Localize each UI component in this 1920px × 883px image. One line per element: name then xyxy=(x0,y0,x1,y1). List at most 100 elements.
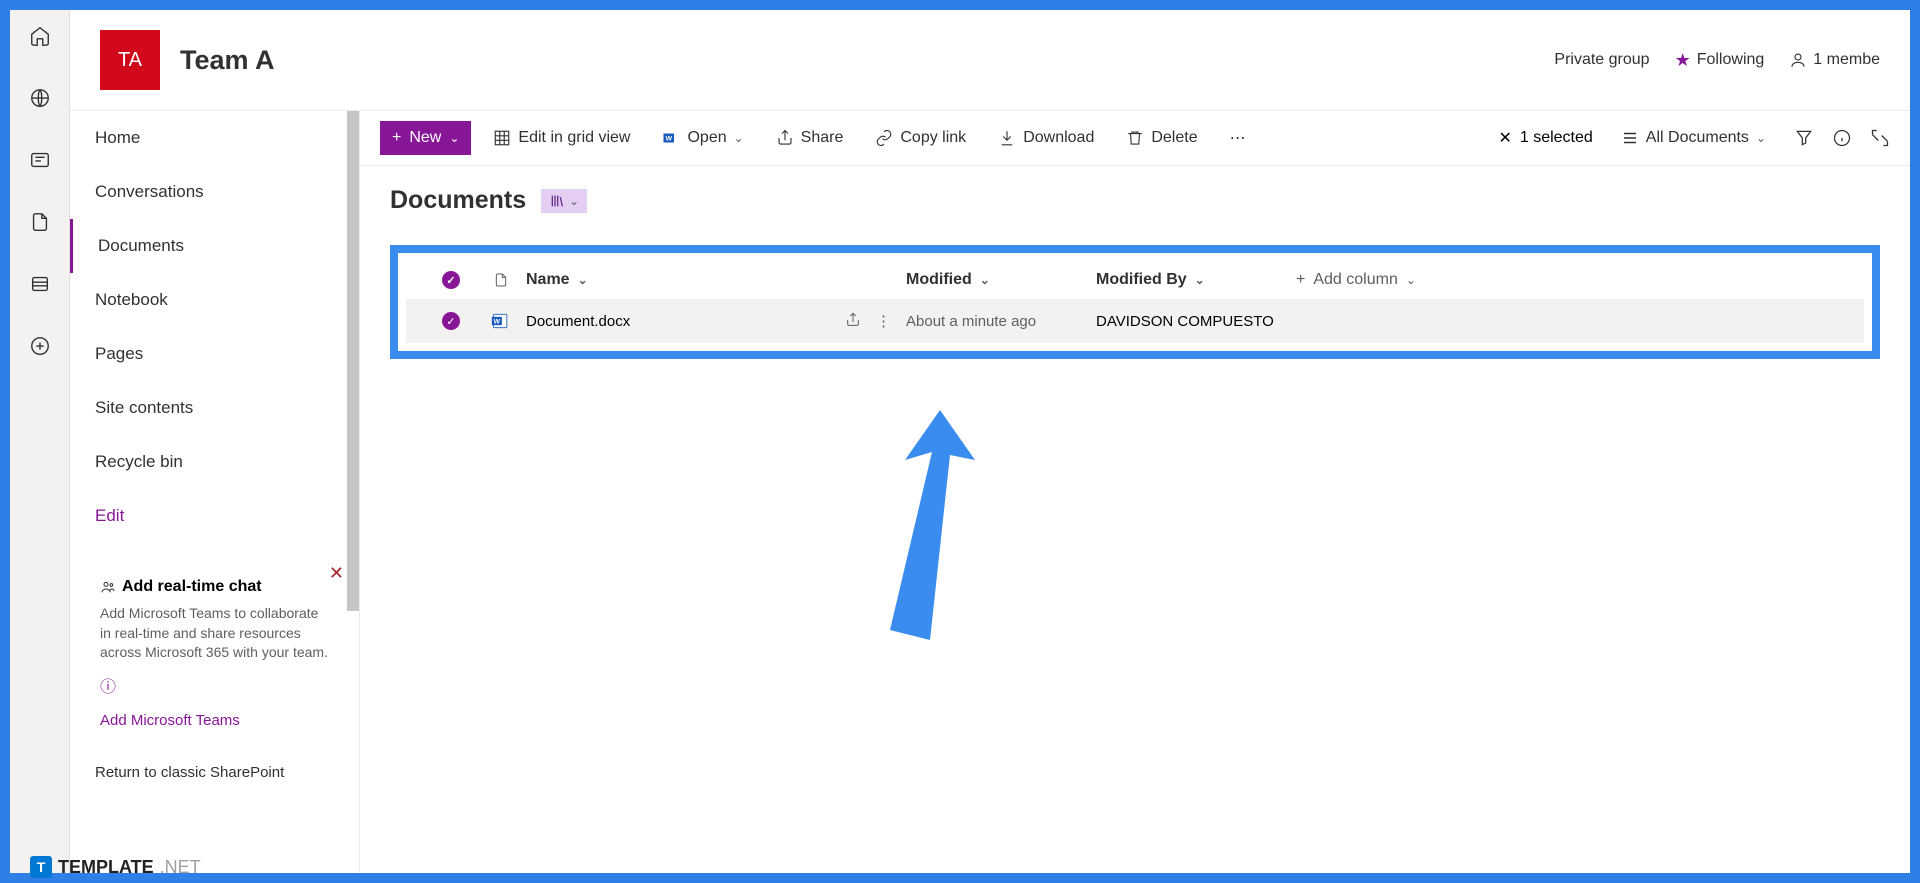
ellipsis-icon: ⋯ xyxy=(1230,128,1246,148)
new-button[interactable]: + New ⌄ xyxy=(380,121,471,155)
more-button[interactable]: ⋯ xyxy=(1220,122,1256,154)
share-button[interactable]: Share xyxy=(766,123,854,153)
grid-icon xyxy=(493,129,511,147)
site-header: TA Team A Private group ★ Following 1 me… xyxy=(70,10,1910,111)
library-title: Documents xyxy=(390,186,526,215)
file-icon[interactable] xyxy=(29,211,51,233)
new-label: New xyxy=(409,129,441,147)
trash-icon xyxy=(1126,129,1144,147)
chevron-down-icon: ⌄ xyxy=(1406,273,1416,287)
download-label: Download xyxy=(1023,129,1094,147)
file-name: Document.docx xyxy=(526,313,630,330)
chat-card: ✕ Add real-time chat Add Microsoft Teams… xyxy=(85,563,344,744)
copy-link-button[interactable]: Copy link xyxy=(865,123,976,153)
main: + New ⌄ Edit in grid view W Open ⌄ xyxy=(360,111,1910,873)
chat-title-text: Add real-time chat xyxy=(122,578,262,596)
add-icon[interactable] xyxy=(29,335,51,357)
teams-icon xyxy=(100,579,116,595)
members-button[interactable]: 1 membe xyxy=(1789,51,1880,69)
news-icon[interactable] xyxy=(29,149,51,171)
chevron-down-icon: ⌄ xyxy=(734,131,744,145)
scrollbar[interactable] xyxy=(347,111,359,611)
globe-icon[interactable] xyxy=(29,87,51,109)
plus-icon: + xyxy=(392,129,401,147)
open-label: Open xyxy=(687,129,726,147)
edit-grid-button[interactable]: Edit in grid view xyxy=(483,123,640,153)
share-row-icon[interactable] xyxy=(845,312,861,328)
modifiedby-column[interactable]: Modified By ⌄ xyxy=(1096,271,1296,289)
word-doc-icon: W xyxy=(491,311,511,331)
delete-label: Delete xyxy=(1151,129,1197,147)
svg-text:W: W xyxy=(666,135,673,142)
expand-icon[interactable] xyxy=(1870,128,1890,148)
nav-edit[interactable]: Edit xyxy=(70,489,359,543)
modified-column[interactable]: Modified ⌄ xyxy=(906,271,1096,289)
nav-notebook[interactable]: Notebook xyxy=(70,273,359,327)
nav-pages[interactable]: Pages xyxy=(70,327,359,381)
nav-site-contents[interactable]: Site contents xyxy=(70,381,359,435)
check-icon: ✓ xyxy=(442,271,460,289)
highlight-box: ✓ Name ⌄ Modified ⌄ Modi xyxy=(390,245,1880,359)
return-classic[interactable]: Return to classic SharePoint xyxy=(95,764,334,781)
library-header: Documents ⌄ xyxy=(360,166,1910,235)
library-badge[interactable]: ⌄ xyxy=(541,189,587,213)
home-icon[interactable] xyxy=(29,25,51,47)
table-row[interactable]: ✓ W Document.docx ⋮ About a minute ago xyxy=(406,299,1864,343)
name-header: Name xyxy=(526,271,570,289)
toolbar-right: ✕ 1 selected All Documents ⌄ xyxy=(1498,123,1890,153)
chevron-down-icon: ⌄ xyxy=(980,273,990,287)
row-name[interactable]: Document.docx ⋮ xyxy=(526,312,906,330)
nav-home[interactable]: Home xyxy=(70,111,359,165)
row-check[interactable]: ✓ xyxy=(426,312,476,330)
selection-count[interactable]: ✕ 1 selected xyxy=(1498,128,1592,148)
row-modified: About a minute ago xyxy=(906,313,1096,330)
chevron-down-icon: ⌄ xyxy=(569,194,579,208)
table-header: ✓ Name ⌄ Modified ⌄ Modi xyxy=(406,261,1864,299)
view-selector[interactable]: All Documents ⌄ xyxy=(1611,123,1776,153)
select-all[interactable]: ✓ xyxy=(426,271,476,289)
check-icon: ✓ xyxy=(442,312,460,330)
privacy-label: Private group xyxy=(1554,51,1649,69)
delete-button[interactable]: Delete xyxy=(1116,123,1207,153)
nav-documents[interactable]: Documents xyxy=(70,219,359,273)
name-column[interactable]: Name ⌄ xyxy=(526,271,906,289)
add-column-label: Add column xyxy=(1313,271,1398,289)
chevron-down-icon: ⌄ xyxy=(1756,131,1766,145)
chat-desc: Add Microsoft Teams to collaborate in re… xyxy=(100,604,329,663)
info-icon[interactable] xyxy=(1832,128,1852,148)
watermark-suffix: .NET xyxy=(160,857,201,878)
download-button[interactable]: Download xyxy=(988,123,1104,153)
info-icon[interactable]: ⓘ xyxy=(100,673,329,697)
chevron-down-icon: ⌄ xyxy=(449,131,459,145)
star-icon: ★ xyxy=(1675,50,1691,71)
library-icon xyxy=(549,193,565,209)
nav-conversations[interactable]: Conversations xyxy=(70,165,359,219)
nav-recycle-bin[interactable]: Recycle bin xyxy=(70,435,359,489)
add-column[interactable]: + Add column ⌄ xyxy=(1296,271,1476,289)
more-row-icon[interactable]: ⋮ xyxy=(876,312,891,330)
open-button[interactable]: W Open ⌄ xyxy=(652,123,753,153)
share-label: Share xyxy=(801,129,844,147)
row-modifiedby: DAVIDSON COMPUESTO xyxy=(1096,313,1296,330)
link-icon xyxy=(875,129,893,147)
follow-button[interactable]: ★ Following xyxy=(1675,50,1765,71)
filter-icon[interactable] xyxy=(1794,128,1814,148)
svg-text:W: W xyxy=(494,319,501,326)
view-icon xyxy=(1621,129,1639,147)
row-file-icon: W xyxy=(476,311,526,331)
close-icon[interactable]: ✕ xyxy=(329,563,344,584)
chat-link[interactable]: Add Microsoft Teams xyxy=(100,712,329,729)
app-rail xyxy=(10,10,70,873)
list-icon[interactable] xyxy=(29,273,51,295)
annotation-arrow xyxy=(880,410,1000,660)
modified-header: Modified xyxy=(906,271,972,289)
type-column xyxy=(476,271,526,289)
file-type-icon xyxy=(493,271,509,289)
row-actions: ⋮ xyxy=(845,312,891,330)
site-logo[interactable]: TA xyxy=(100,30,160,90)
follow-label: Following xyxy=(1697,51,1765,69)
watermark-icon: T xyxy=(30,856,52,878)
selected-label: 1 selected xyxy=(1520,129,1593,147)
chevron-down-icon: ⌄ xyxy=(578,273,588,287)
word-icon: W xyxy=(662,129,680,147)
